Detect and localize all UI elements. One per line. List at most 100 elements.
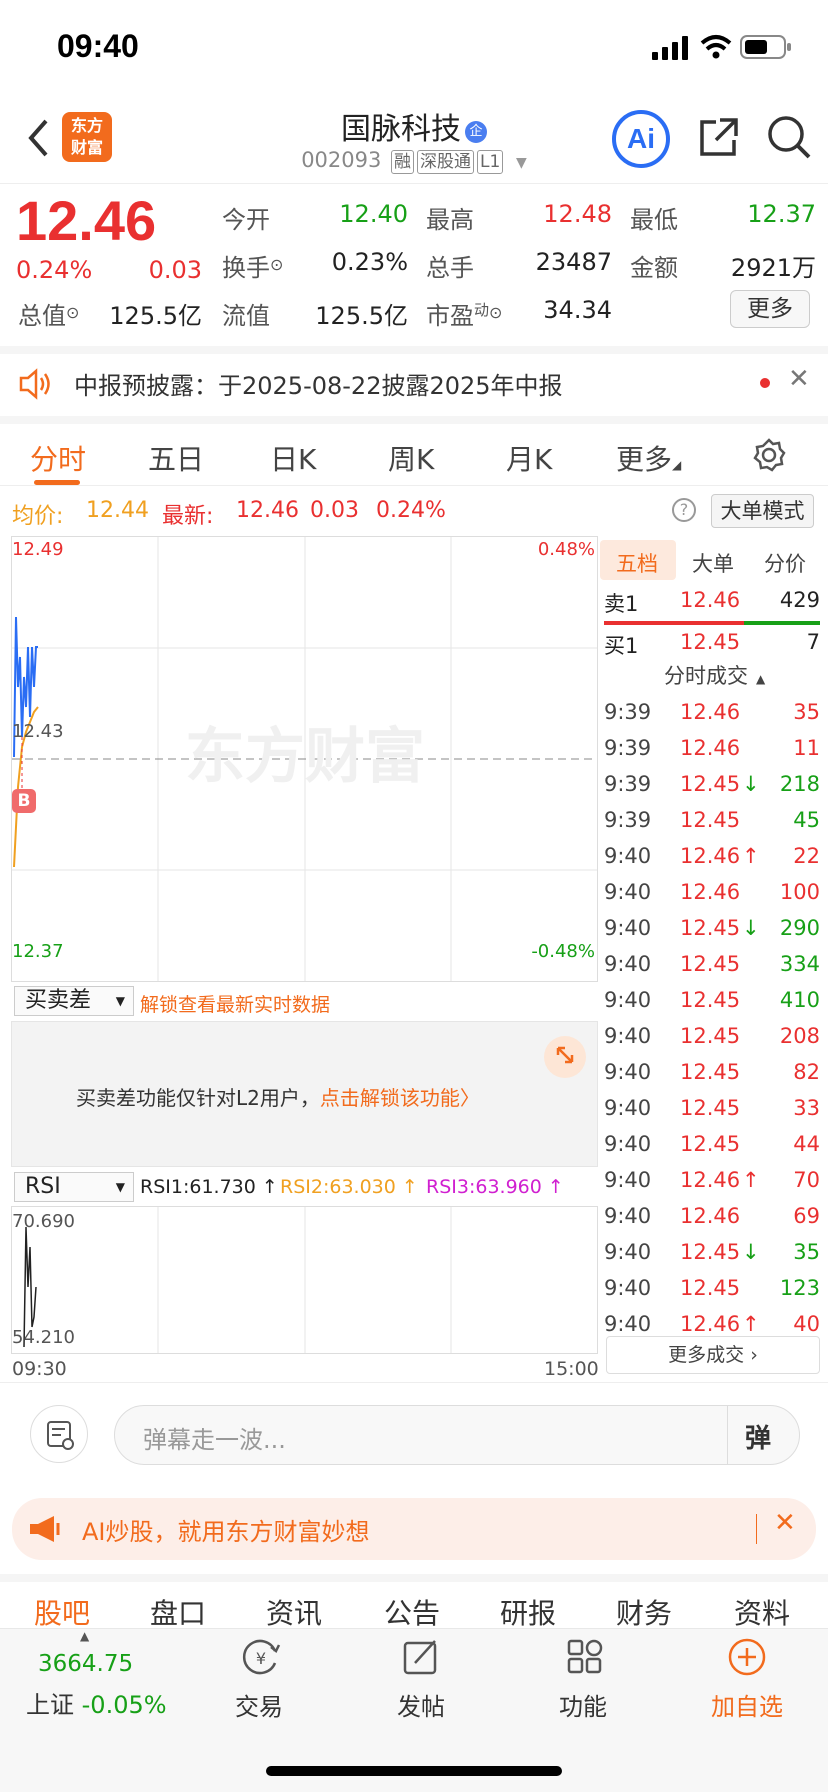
caret-down-icon[interactable]: ▼ [516, 155, 527, 171]
tick-price: 12.45 [680, 1240, 741, 1264]
tab-price-dist[interactable]: 分价 [764, 548, 806, 578]
tick-row: 9:39 12.46 11 [600, 732, 828, 768]
tab-level5[interactable]: 五档 [616, 548, 658, 578]
tick-row: 9:39 12.45 ↓ 218 [600, 768, 828, 804]
notice-bar[interactable]: 中报预披露：于2025-08-22披露2025年中报 ✕ [0, 346, 828, 414]
speaker-icon [19, 368, 50, 400]
latest-change: 0.03 [310, 498, 359, 523]
tick-price: 12.46 [680, 1168, 741, 1192]
help-icon[interactable]: ? [672, 498, 696, 522]
tick-row: 9:40 12.45 ↓ 290 [600, 912, 828, 948]
amount-label: 金额 [630, 254, 678, 282]
tab-weekly[interactable]: 周K [388, 438, 434, 478]
tick-time: 9:39 [604, 736, 652, 760]
tick-row: 9:40 12.45 44 [600, 1128, 828, 1164]
tab-research[interactable]: 研报 [500, 1592, 556, 1632]
tick-time: 9:40 [604, 1240, 652, 1264]
buy1-row: 买1 12.45 7 [604, 630, 820, 658]
settings-icon[interactable] [752, 438, 786, 472]
index-row[interactable]: 上证 -0.05% [26, 1685, 167, 1720]
danmaku-toggle[interactable]: 弹 [745, 1418, 771, 1455]
search-icon[interactable] [766, 114, 812, 160]
rsi-y-bottom: 54.210 [12, 1327, 75, 1348]
tab-finance[interactable]: 财务 [616, 1592, 672, 1632]
l2-locked-panel: 买卖差功能仅针对L2用户，点击解锁该功能〉 [11, 1021, 598, 1167]
rsi-chart[interactable]: 70.690 54.210 [11, 1206, 598, 1354]
tick-time: 9:40 [604, 1276, 652, 1300]
tick-row: 9:40 12.46 100 [600, 876, 828, 912]
x-end-label: 15:00 [544, 1358, 599, 1380]
ai-button[interactable]: Ai [612, 110, 670, 168]
tick-time: 9:40 [604, 952, 652, 976]
l2-unlock-link[interactable]: 点击解锁该功能 [320, 1086, 460, 1110]
comment-input[interactable]: 弹幕走一波... 弹 [114, 1405, 800, 1465]
more-quote-button[interactable]: 更多 [730, 290, 810, 328]
ai-banner-text: AI炒股，就用东方财富妙想 [82, 1518, 370, 1546]
tag-level: L1 [477, 150, 504, 174]
indicator-select-1[interactable]: 买卖差 ▼ [14, 986, 134, 1016]
expand-up-icon[interactable]: ▲ [80, 1629, 89, 1643]
tag-connect: 深股通 [417, 150, 475, 174]
close-icon[interactable]: ✕ [788, 364, 810, 394]
tab-monthly[interactable]: 月K [506, 438, 552, 478]
expand-icon[interactable] [544, 1036, 586, 1078]
ai-banner[interactable]: AI炒股，就用东方财富妙想 ✕ [12, 1498, 816, 1560]
turnover-label[interactable]: 换手⊙ [222, 248, 283, 283]
pe-label[interactable]: 市盈动⊙ [426, 296, 502, 331]
intraday-chart[interactable]: 东方财富 12.49 12.43 12.37 0.48% -0.48% B [11, 536, 598, 982]
tick-price: 12.45 [680, 808, 741, 832]
tab-intraday[interactable]: 分时 [30, 438, 86, 478]
tick-arrow: ↑ [742, 1312, 760, 1336]
mktcap-label[interactable]: 总值⊙ [18, 296, 79, 331]
tick-price: 12.45 [680, 952, 741, 976]
notice-text: 中报预披露：于2025-08-22披露2025年中报 [74, 372, 563, 400]
tick-price: 12.46 [680, 700, 741, 724]
megaphone-icon [30, 1516, 60, 1542]
status-time: 09:40 [57, 28, 139, 64]
tick-price: 12.45 [680, 916, 741, 940]
tab-handicap[interactable]: 盘口 [150, 1592, 206, 1632]
latest-label: 最新: [162, 504, 214, 529]
ticks-title[interactable]: 分时成交 ▲ [664, 660, 765, 690]
tick-time: 9:40 [604, 1024, 652, 1048]
tick-time: 9:40 [604, 1060, 652, 1084]
tick-volume: 33 [793, 1096, 820, 1120]
tick-arrow: ↑ [742, 1168, 760, 1192]
float-value: 125.5亿 [315, 302, 408, 330]
volume-value: 23487 [535, 248, 612, 276]
big-order-mode-button[interactable]: 大单模式 [711, 494, 814, 528]
float-label: 流值 [222, 302, 270, 330]
share-icon[interactable] [698, 116, 740, 158]
tick-volume: 410 [779, 988, 820, 1012]
tick-volume: 40 [793, 1312, 820, 1336]
tick-time: 9:40 [604, 1132, 652, 1156]
quote-panel: 12.46 0.24% 0.03 总值⊙ 125.5亿 今开 12.40 换手⊙… [0, 184, 828, 344]
signal-icon [652, 36, 688, 60]
pct-bottom-label: -0.48% [531, 941, 595, 962]
tab-daily[interactable]: 日K [270, 438, 316, 478]
indicator-select-2[interactable]: RSI ▼ [14, 1172, 134, 1202]
low-value: 12.37 [747, 200, 816, 228]
close-banner-icon[interactable]: ✕ [774, 1508, 796, 1538]
watermark: 东方财富 [185, 722, 425, 792]
tab-profile[interactable]: 资料 [734, 1592, 790, 1632]
unlock-link[interactable]: 解锁查看最新实时数据 [140, 990, 330, 1017]
tick-price: 12.45 [680, 1096, 741, 1120]
rsi3-value: RSI3:63.960 ↑ [426, 1176, 564, 1198]
tick-volume: 11 [793, 736, 820, 760]
tab-forum[interactable]: 股吧 [34, 1592, 90, 1632]
more-ticks-button[interactable]: 更多成交 › [606, 1336, 820, 1374]
buy-marker[interactable]: B [12, 789, 36, 813]
tab-more[interactable]: 更多◢ [616, 438, 681, 478]
tick-volume: 218 [779, 772, 820, 796]
notes-icon[interactable] [30, 1405, 88, 1463]
tab-news[interactable]: 资讯 [266, 1592, 322, 1632]
tick-volume: 290 [779, 916, 820, 940]
tab-big-order[interactable]: 大单 [692, 548, 734, 578]
tab-announcements[interactable]: 公告 [384, 1592, 440, 1632]
index-value[interactable]: 3664.75 [38, 1651, 133, 1677]
tick-price: 12.45 [680, 1060, 741, 1084]
tick-row: 9:40 12.45 208 [600, 1020, 828, 1056]
tick-arrow: ↓ [742, 916, 760, 940]
tab-5day[interactable]: 五日 [148, 438, 204, 478]
